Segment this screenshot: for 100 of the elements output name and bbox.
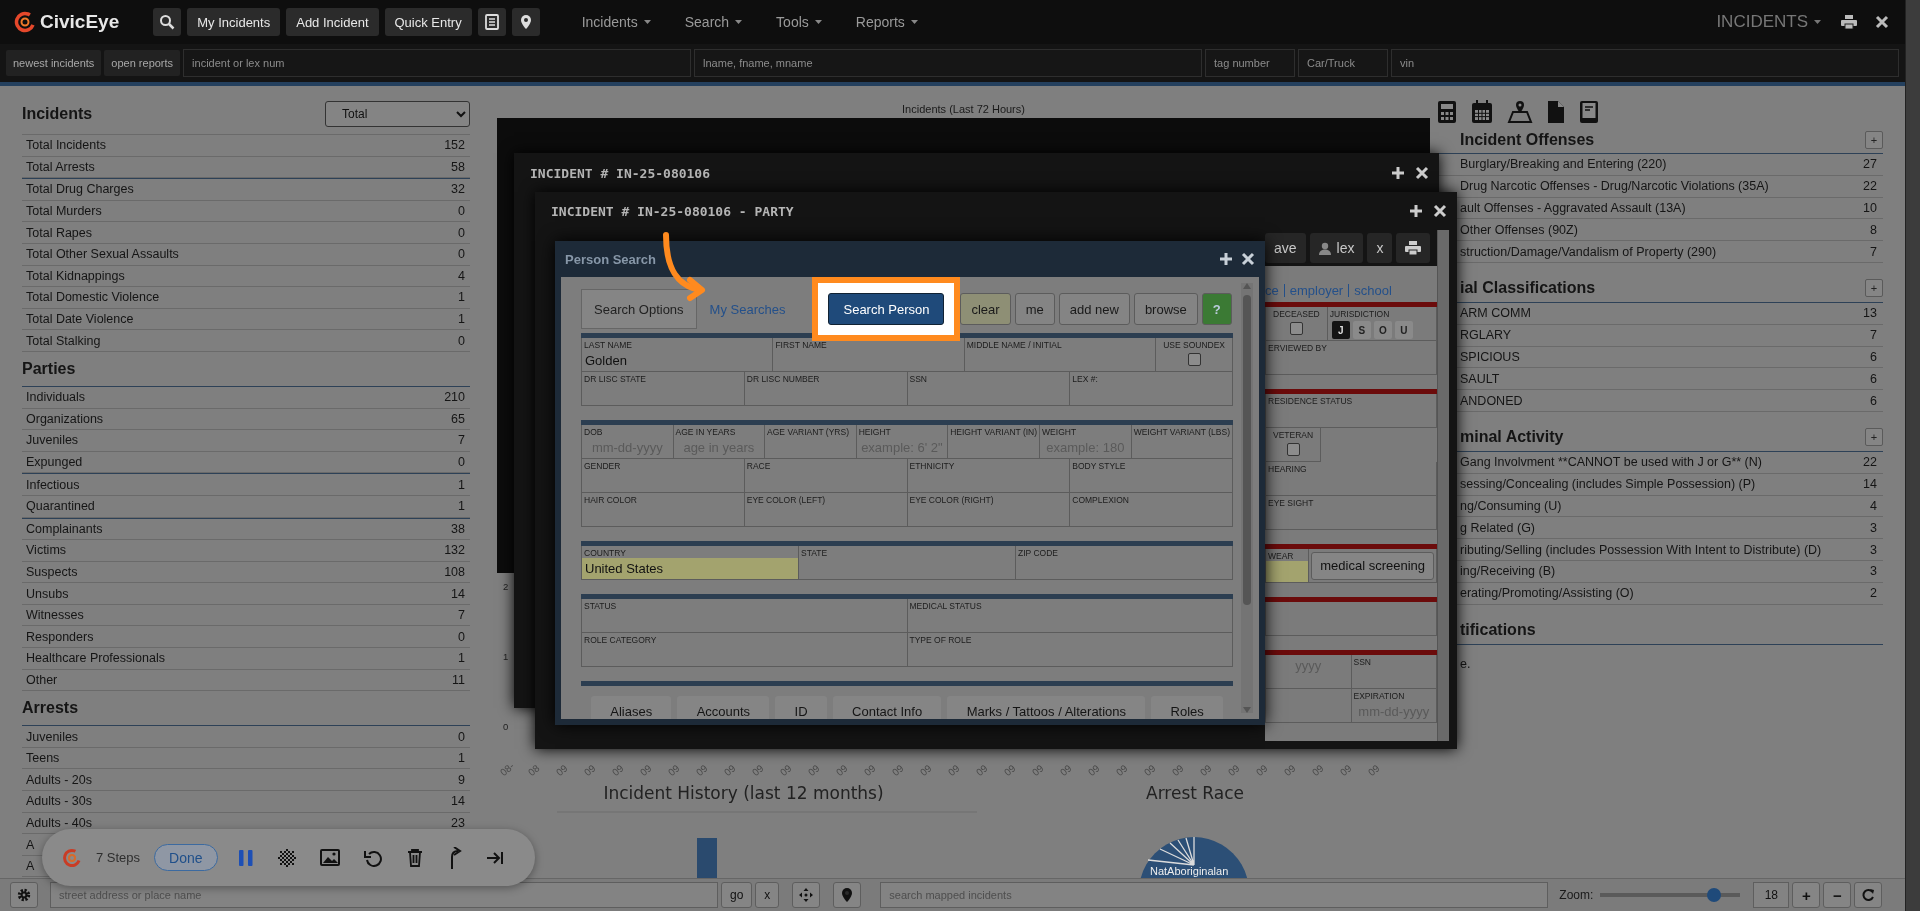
option-button[interactable]: U <box>1394 321 1413 339</box>
stat-value: 132 <box>444 543 465 558</box>
nav-button[interactable]: Add Incident <box>286 8 379 36</box>
scrollbar[interactable] <box>1905 0 1920 911</box>
search-field[interactable]: lname, fname, mname <box>694 49 1203 77</box>
add-button[interactable]: + <box>1865 130 1883 149</box>
option-button[interactable]: O <box>1373 321 1392 339</box>
search-field[interactable]: vin <box>1391 49 1899 77</box>
image-icon[interactable] <box>319 848 340 867</box>
text-field[interactable]: Golden <box>582 350 773 371</box>
toolbar-button[interactable]: x <box>1367 233 1393 263</box>
field-label: HAIR COLOR <box>583 494 638 505</box>
checkbox[interactable] <box>1187 353 1201 366</box>
plus-icon[interactable] <box>1409 204 1423 218</box>
search-person-button[interactable]: Search Person <box>828 293 945 325</box>
field-label: SSN <box>1352 656 1372 667</box>
user-button[interactable]: lex <box>1309 233 1364 263</box>
field-label: RESIDENCE STATUS <box>1267 395 1354 406</box>
section-tab[interactable]: Marks / Tattoos / Alterations <box>947 696 1146 719</box>
section-tab[interactable]: Aliases <box>591 696 672 719</box>
section-tab[interactable]: Contact Info <box>832 696 942 719</box>
map-icon[interactable] <box>1507 100 1533 124</box>
nav-button[interactable]: My Incidents <box>187 8 281 36</box>
form-button[interactable]: medical screening <box>1311 551 1434 580</box>
zoom-out-button[interactable]: − <box>1823 882 1852 908</box>
window-title: INCIDENT # IN-25-080106 <box>530 165 711 181</box>
close-icon[interactable] <box>1415 166 1429 180</box>
book-icon[interactable] <box>1579 100 1599 124</box>
add-button[interactable]: + <box>1865 428 1883 447</box>
refresh-button[interactable] <box>1854 882 1883 908</box>
stat-label: Total Murders <box>26 204 102 219</box>
text-field[interactable]: United States <box>582 558 798 579</box>
print-button[interactable] <box>1396 233 1431 263</box>
stat-value: 14 <box>451 794 465 809</box>
clear-button[interactable]: clear <box>960 293 1011 325</box>
settings-button[interactable] <box>10 882 38 908</box>
zoom-value-field[interactable]: 18 <box>1753 882 1790 908</box>
form-button[interactable]: add new <box>1058 293 1130 325</box>
list-item-label: SAULT <box>1460 371 1500 386</box>
stat-value: 0 <box>458 729 465 744</box>
section-tab[interactable]: Accounts <box>677 696 770 719</box>
slider-thumb[interactable] <box>1707 888 1722 902</box>
blur-icon[interactable] <box>277 848 296 867</box>
zoom-in-button[interactable]: + <box>1792 882 1821 908</box>
close-icon[interactable] <box>1241 252 1255 266</box>
done-button[interactable]: Done <box>154 844 218 871</box>
nav-menu[interactable]: Tools <box>762 14 836 30</box>
filter-button[interactable]: open reports <box>104 50 181 76</box>
search-field[interactable]: tag number <box>1205 49 1296 77</box>
scrollbar[interactable] <box>1437 230 1449 741</box>
nav-menu[interactable]: Reports <box>841 14 932 30</box>
option-button[interactable]: S <box>1352 321 1371 339</box>
filter-select[interactable]: Total <box>325 101 470 127</box>
section-tab[interactable]: Roles <box>1151 696 1224 719</box>
nav-button[interactable]: Quick Entry <box>384 8 472 36</box>
pause-icon[interactable] <box>237 848 254 867</box>
stat-value: 210 <box>444 390 465 405</box>
text-field[interactable] <box>1266 561 1309 582</box>
list-item-label: Gang Involvment **CANNOT be used with J or G** (N) <box>1460 455 1762 470</box>
filter-button[interactable]: newest incidents <box>6 50 102 76</box>
help-button[interactable]: ? <box>1201 293 1232 325</box>
field-label: STATUS <box>583 600 618 611</box>
list-icon <box>484 14 499 30</box>
nav-menu[interactable]: Search <box>670 14 757 30</box>
go-button[interactable]: go <box>721 882 753 908</box>
module-menu[interactable]: INCIDENTS <box>1716 12 1829 32</box>
plus-icon[interactable] <box>1391 166 1405 180</box>
search-button[interactable] <box>153 8 182 36</box>
map-pin-button[interactable] <box>511 8 540 36</box>
calendar-icon[interactable] <box>1471 100 1493 124</box>
list-button[interactable] <box>477 8 506 36</box>
calculator-icon[interactable] <box>1437 100 1457 124</box>
search-icon <box>159 14 176 30</box>
locate-button[interactable] <box>792 882 821 908</box>
field-label: MEDICAL STATUS <box>908 600 983 611</box>
document-icon[interactable] <box>1547 100 1565 124</box>
list-item-count: 6 <box>1870 371 1877 386</box>
search-field[interactable]: Car/Truck <box>1298 49 1389 77</box>
scrollbar[interactable] <box>1241 283 1253 713</box>
checkbox[interactable] <box>1286 443 1300 456</box>
section-tab[interactable]: ID <box>775 696 827 719</box>
toolbar-button[interactable]: ave <box>1265 233 1306 263</box>
close-icon[interactable] <box>1433 204 1447 218</box>
checkbox[interactable] <box>1289 322 1303 335</box>
nav-menu[interactable]: Incidents <box>567 14 665 30</box>
stat-label: Infectious <box>26 477 80 492</box>
stat-value: 9 <box>458 772 465 787</box>
form-button[interactable]: browse <box>1133 293 1198 325</box>
tab[interactable]: Search Options <box>581 289 697 329</box>
trash-icon[interactable] <box>405 847 424 868</box>
stat-value: 1 <box>458 477 465 492</box>
stat-label: Healthcare Professionals <box>26 651 165 666</box>
clear-button[interactable]: x <box>755 882 780 908</box>
search-field[interactable]: incident or lex num <box>183 49 692 77</box>
option-button[interactable]: J <box>1331 321 1350 339</box>
undo-icon[interactable] <box>363 848 382 867</box>
plus-icon[interactable] <box>1219 252 1233 266</box>
add-button[interactable]: + <box>1865 279 1883 298</box>
form-button[interactable]: me <box>1014 293 1055 325</box>
field-label: MIDDLE NAME / INITIAL <box>965 339 1063 350</box>
